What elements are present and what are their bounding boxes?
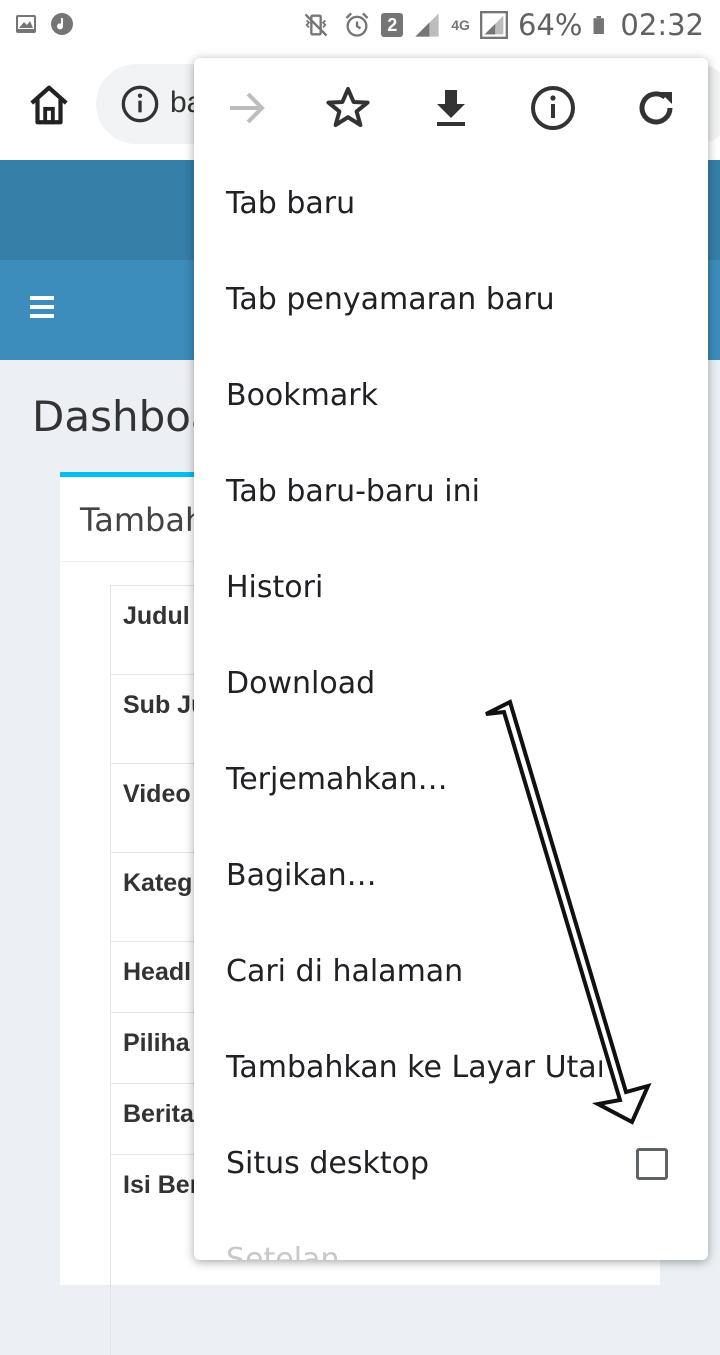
battery-percent: 64% [517,8,583,42]
refresh-icon[interactable] [632,84,680,132]
box-title: Tambah [80,501,206,539]
menu-item-new-tab[interactable]: Tab baru [226,186,355,221]
network-type: 4G [451,17,470,33]
menu-item-recent-tabs[interactable]: Tab baru-baru ini [226,474,480,509]
signal-icon [415,13,439,37]
battery-icon [593,16,605,34]
menu-item-share[interactable]: Bagikan… [226,858,377,893]
menu-item-downloads[interactable]: Download [226,666,375,701]
home-icon[interactable] [26,82,72,128]
forward-arrow-icon[interactable] [222,84,270,132]
signal-2-icon [479,11,508,39]
status-bar: 2 4G 64% 02:32 [0,0,720,50]
menu-item-add-to-home[interactable]: Tambahkan ke Layar Utama [226,1050,602,1085]
menu-item-settings[interactable]: Setelan [226,1242,339,1260]
vibrate-mute-icon [304,13,328,37]
hamburger-menu-icon[interactable] [30,296,54,318]
music-notification-icon [51,13,73,35]
star-bookmark-icon[interactable] [324,84,372,132]
desktop-site-checkbox[interactable] [636,1148,668,1180]
menu-item-translate[interactable]: Terjemahkan… [226,762,448,797]
menu-item-desktop-site[interactable]: Situs desktop [226,1146,429,1181]
clock: 02:32 [620,8,704,42]
image-notification-icon [16,15,36,33]
download-icon[interactable] [427,84,475,132]
menu-item-incognito-tab[interactable]: Tab penyamaran baru [226,282,555,317]
sim-badge: 2 [381,13,404,37]
menu-item-find-in-page[interactable]: Cari di halaman [226,954,463,989]
site-info-icon[interactable] [120,84,160,124]
alarm-icon [345,12,369,37]
menu-item-history[interactable]: Histori [226,570,323,605]
menu-item-bookmarks[interactable]: Bookmark [226,378,378,413]
page-title: Dashboa [32,392,217,441]
page-info-icon[interactable] [529,84,577,132]
browser-overflow-menu: Tab baru Tab penyamaran baru Bookmark Ta… [194,58,708,1260]
menu-icon-row [194,58,708,158]
